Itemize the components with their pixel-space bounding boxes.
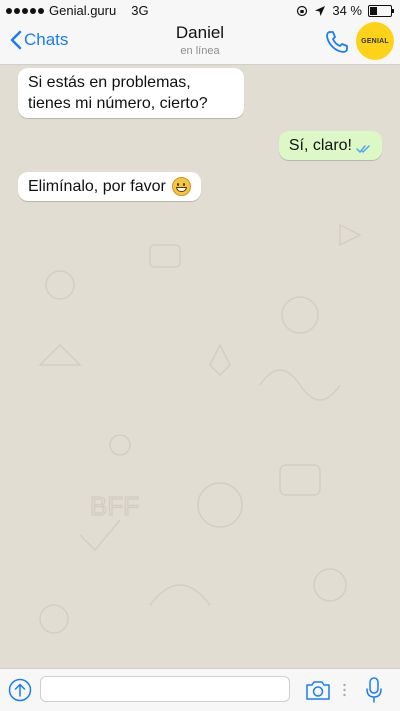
- message-text: Sí, claro!: [288, 137, 352, 154]
- separator-dots: [343, 683, 346, 697]
- message-bubble-incoming[interactable]: Si estás en problemas, tienes mi número,…: [18, 68, 244, 118]
- logo-text: GENIAL: [361, 37, 389, 45]
- rotation-lock-icon: [297, 5, 308, 16]
- message-input-bar: [0, 668, 400, 711]
- location-arrow-icon: [315, 5, 326, 16]
- message-input[interactable]: [40, 676, 290, 702]
- message-text: Elimínalo, por favor: [28, 178, 166, 195]
- upload-icon[interactable]: [8, 678, 32, 702]
- message-text: Si estás en problemas, tienes mi número,…: [28, 74, 208, 112]
- svg-text:BFF: BFF: [90, 491, 139, 521]
- genial-logo: GENIAL: [356, 22, 394, 60]
- message-bubble-outgoing[interactable]: Sí, claro!: [278, 131, 382, 160]
- status-right: 34 %: [296, 3, 394, 18]
- chat-area[interactable]: BFF Si estás en problemas, tienes mi núm…: [0, 65, 400, 668]
- signal-strength-icon: [6, 7, 44, 14]
- chat-header: Chats Daniel en línea GENIAL: [0, 20, 400, 65]
- carrier-name: Genial.guru: [49, 3, 117, 18]
- message-bubble-incoming[interactable]: Elimínalo, por favor: [18, 172, 201, 201]
- status-bar: Genial.guru 3G 34 %: [0, 0, 400, 20]
- battery-icon: [368, 4, 394, 17]
- status-left: Genial.guru 3G: [6, 3, 149, 18]
- camera-icon[interactable]: [305, 679, 331, 701]
- battery-level: [370, 6, 377, 15]
- battery-percent: 34 %: [332, 3, 362, 18]
- network-type: 3G: [131, 3, 149, 18]
- microphone-icon[interactable]: [365, 677, 383, 703]
- double-check-icon: [356, 144, 370, 153]
- phone-call-icon[interactable]: [324, 29, 350, 55]
- grinning-face-emoji-icon: [171, 177, 191, 196]
